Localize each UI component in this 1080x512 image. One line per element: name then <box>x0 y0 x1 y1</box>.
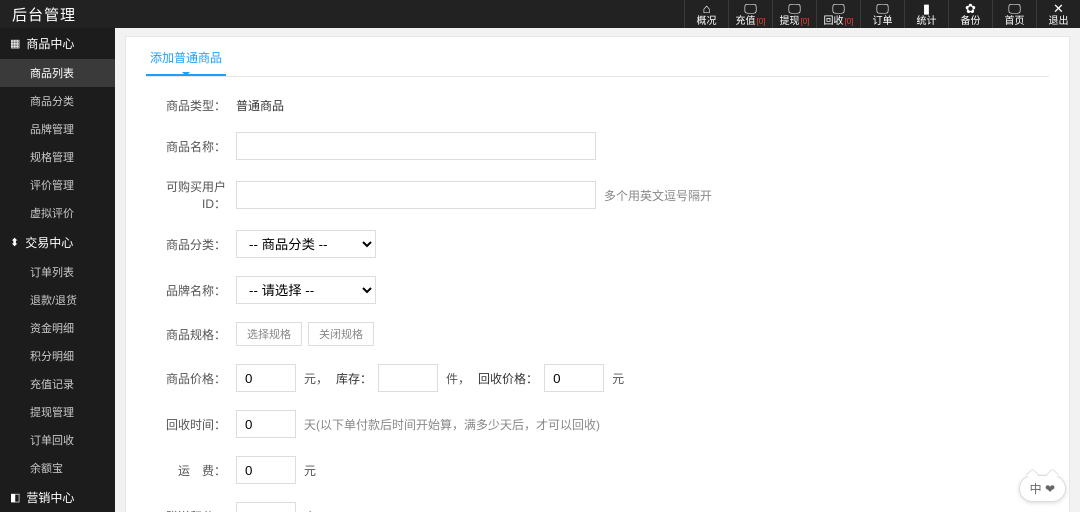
sidebar-item-商品列表[interactable]: 商品列表 <box>0 59 115 87</box>
stock-unit: 件， <box>446 370 470 387</box>
sidebar-section-交易中心[interactable]: ⬍交易中心 <box>0 227 115 258</box>
topnav-订单[interactable]: 🖵订单 <box>860 0 904 28</box>
chart-icon: ⬍ <box>10 236 19 249</box>
topnav-提现[interactable]: 🖵提现[0] <box>772 0 816 28</box>
spec-label: 商品规格： <box>146 326 236 343</box>
topnav-备份[interactable]: ✿备份 <box>948 0 992 28</box>
main-content: 添加普通商品 商品类型： 普通商品 商品名称： 可购买用户ID： 多个用英文逗号… <box>115 28 1080 512</box>
sidebar-item-评价管理[interactable]: 评价管理 <box>0 171 115 199</box>
sidebar-section-营销中心[interactable]: ◧营销中心 <box>0 482 115 512</box>
ship-unit: 元 <box>304 462 316 479</box>
ship-input[interactable] <box>236 456 296 484</box>
sidebar-item-品牌管理[interactable]: 品牌管理 <box>0 115 115 143</box>
top-nav: ⌂概况🖵充值[0]🖵提现[0]🖵回收[0]🖵订单▮统计✿备份🖵首页✕退出 <box>684 0 1080 28</box>
recycle-time-label: 回收时间： <box>146 416 236 433</box>
topnav-充值[interactable]: 🖵充值[0] <box>728 0 772 28</box>
monitor-icon: 🖵 <box>876 2 889 15</box>
bars-icon: ▮ <box>923 2 930 15</box>
spec-select-button[interactable]: 选择规格 <box>236 322 302 346</box>
sidebar-item-余额宝[interactable]: 余额宝 <box>0 454 115 482</box>
price-input[interactable] <box>236 364 296 392</box>
recycle-price-unit: 元 <box>612 370 624 387</box>
sidebar-item-订单回收[interactable]: 订单回收 <box>0 426 115 454</box>
sidebar: ▦商品中心商品列表商品分类品牌管理规格管理评价管理虚拟评价⬍交易中心订单列表退款… <box>0 28 115 512</box>
gear-icon: ✿ <box>965 2 976 15</box>
type-value: 普通商品 <box>236 97 284 114</box>
spec-close-button[interactable]: 关闭规格 <box>308 322 374 346</box>
buyer-input[interactable] <box>236 181 596 209</box>
type-label: 商品类型： <box>146 97 236 114</box>
stock-label: 库存： <box>336 370 372 387</box>
cat-select[interactable]: -- 商品分类 -- <box>236 230 376 258</box>
price-unit: 元， <box>304 370 328 387</box>
monitor-icon: 🖵 <box>832 2 845 15</box>
recycle-time-hint: 天(以下单付款后时间开始算，满多少天后，才可以回收) <box>304 416 600 433</box>
brand-label: 品牌名称： <box>146 282 236 299</box>
sidebar-item-虚拟评价[interactable]: 虚拟评价 <box>0 199 115 227</box>
sidebar-item-充值记录[interactable]: 充值记录 <box>0 370 115 398</box>
tag-icon: ◧ <box>10 491 20 504</box>
sidebar-item-资金明细[interactable]: 资金明细 <box>0 314 115 342</box>
sidebar-item-提现管理[interactable]: 提现管理 <box>0 398 115 426</box>
topnav-统计[interactable]: ▮统计 <box>904 0 948 28</box>
recycle-price-label: 回收价格： <box>478 370 538 387</box>
name-input[interactable] <box>236 132 596 160</box>
cat-label: 商品分类： <box>146 236 236 253</box>
brand-select[interactable]: -- 请选择 -- <box>236 276 376 304</box>
monitor-icon: 🖵 <box>744 2 757 15</box>
topnav-首页[interactable]: 🖵首页 <box>992 0 1036 28</box>
buyer-label: 可购买用户ID： <box>146 178 236 212</box>
topnav-概况[interactable]: ⌂概况 <box>684 0 728 28</box>
home-icon: ⌂ <box>703 2 711 15</box>
tab-add-product[interactable]: 添加普通商品 <box>146 41 226 76</box>
topnav-回收[interactable]: 🖵回收[0] <box>816 0 860 28</box>
ime-float[interactable]: 中 ❤ <box>1019 475 1066 502</box>
form-card: 添加普通商品 商品类型： 普通商品 商品名称： 可购买用户ID： 多个用英文逗号… <box>125 36 1070 512</box>
app-title: 后台管理 <box>0 4 76 25</box>
sidebar-section-商品中心[interactable]: ▦商品中心 <box>0 28 115 59</box>
product-form: 商品类型： 普通商品 商品名称： 可购买用户ID： 多个用英文逗号隔开 商品分类… <box>146 77 1049 512</box>
stock-input[interactable] <box>378 364 438 392</box>
buyer-hint: 多个用英文逗号隔开 <box>604 187 712 204</box>
recycle-price-input[interactable] <box>544 364 604 392</box>
sidebar-item-商品分类[interactable]: 商品分类 <box>0 87 115 115</box>
close-icon: ✕ <box>1053 2 1064 15</box>
points-unit: 个 <box>304 508 316 512</box>
points-label: 赠送积分： <box>146 508 236 512</box>
name-label: 商品名称： <box>146 138 236 155</box>
monitor-icon: 🖵 <box>1008 2 1021 15</box>
topbar: 后台管理 ⌂概况🖵充值[0]🖵提现[0]🖵回收[0]🖵订单▮统计✿备份🖵首页✕退… <box>0 0 1080 28</box>
tab-row: 添加普通商品 <box>146 37 1049 77</box>
points-input[interactable] <box>236 502 296 512</box>
ship-label: 运 费： <box>146 462 236 479</box>
sidebar-item-积分明细[interactable]: 积分明细 <box>0 342 115 370</box>
grid-icon: ▦ <box>10 37 20 50</box>
recycle-time-input[interactable] <box>236 410 296 438</box>
price-label: 商品价格： <box>146 370 236 387</box>
sidebar-item-订单列表[interactable]: 订单列表 <box>0 258 115 286</box>
monitor-icon: 🖵 <box>788 2 801 15</box>
sidebar-item-规格管理[interactable]: 规格管理 <box>0 143 115 171</box>
sidebar-item-退款/退货[interactable]: 退款/退货 <box>0 286 115 314</box>
topnav-退出[interactable]: ✕退出 <box>1036 0 1080 28</box>
